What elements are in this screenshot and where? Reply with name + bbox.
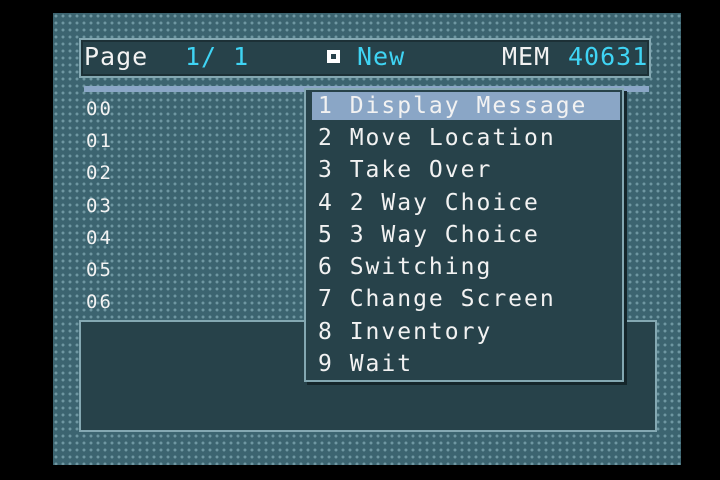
- menu-item-switching[interactable]: 6 Switching: [318, 253, 618, 281]
- list-item[interactable]: 05: [86, 259, 113, 281]
- list-item[interactable]: 06: [86, 291, 113, 313]
- menu-item-move-location[interactable]: 2 Move Location: [318, 124, 618, 152]
- menu-item-take-over[interactable]: 3 Take Over: [318, 156, 618, 184]
- list-item[interactable]: 03: [86, 195, 113, 217]
- menu-item-change-screen[interactable]: 7 Change Screen: [318, 285, 618, 313]
- menu-item-3-way-choice[interactable]: 5 3 Way Choice: [318, 221, 618, 249]
- command-menu: 1 Display Message 2 Move Location 3 Take…: [304, 88, 624, 382]
- new-label[interactable]: New: [357, 42, 405, 72]
- list-item[interactable]: 00: [86, 98, 113, 120]
- mem-label: MEM: [502, 42, 551, 71]
- list-item[interactable]: 04: [86, 227, 113, 249]
- menu-item-display-message[interactable]: 1 Display Message: [312, 92, 620, 120]
- menu-item-inventory[interactable]: 8 Inventory: [318, 318, 618, 346]
- new-checkbox-icon[interactable]: [327, 50, 340, 63]
- page-label: Page: [84, 42, 149, 71]
- list-item[interactable]: 01: [86, 130, 113, 152]
- mem-value: 40631: [568, 42, 649, 71]
- menu-item-wait[interactable]: 9 Wait: [318, 350, 618, 378]
- page-value: 1/ 1: [185, 42, 250, 71]
- list-item[interactable]: 02: [86, 162, 113, 184]
- menu-item-2-way-choice[interactable]: 4 2 Way Choice: [318, 189, 618, 217]
